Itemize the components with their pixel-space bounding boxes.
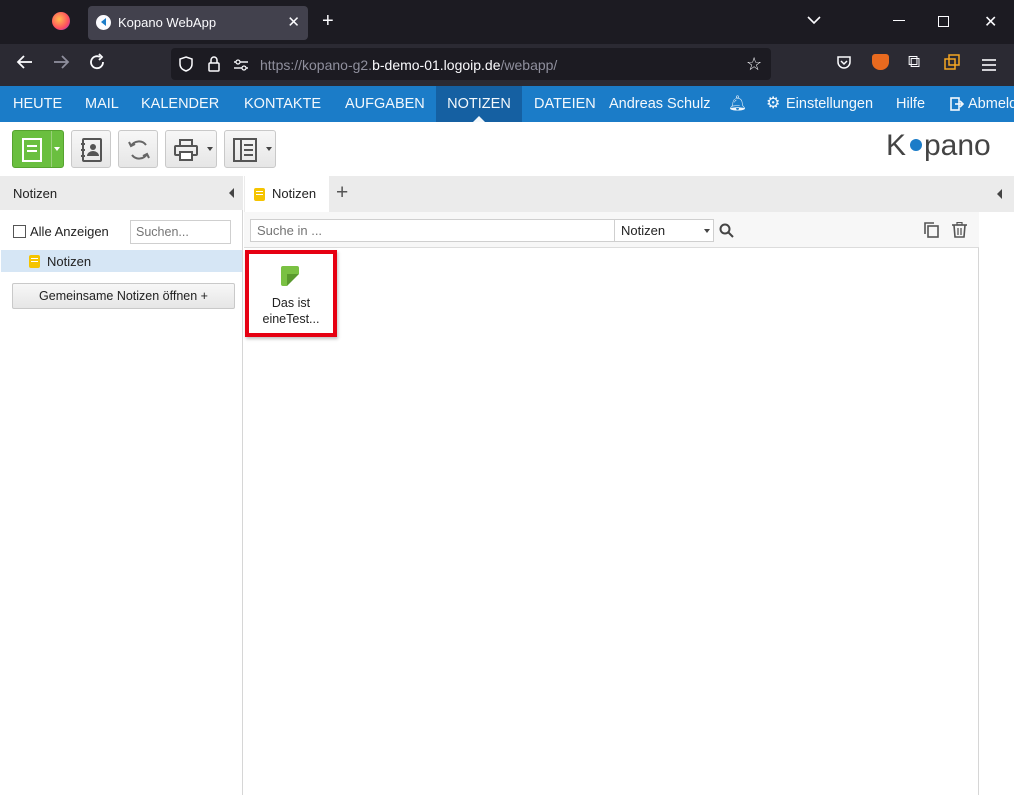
view-mode-button[interactable]	[224, 130, 276, 168]
menu-einstellungen[interactable]: Einstellungen	[786, 86, 873, 122]
notes-content-area: Das ist eineTest...	[244, 248, 979, 795]
menu-hilfe[interactable]: Hilfe	[896, 86, 925, 122]
note-title-line2: eineTest...	[262, 312, 320, 326]
add-tab-icon[interactable]: +	[336, 181, 348, 205]
browser-titlebar: Kopano WebApp ✕ + ✕	[0, 0, 1014, 44]
tab-notizen[interactable]: Notizen	[245, 176, 329, 212]
notes-search-input[interactable]	[250, 219, 616, 242]
collapse-left-icon[interactable]	[229, 188, 234, 198]
address-book-icon	[81, 138, 103, 167]
search-scope-select[interactable]: Notizen	[614, 219, 714, 242]
tab-title: Kopano WebApp	[118, 15, 217, 30]
dropdown-arrow-icon[interactable]	[207, 147, 213, 151]
note-folder-icon	[254, 188, 265, 201]
search-row: Notizen	[244, 212, 979, 248]
left-panel-title: Notizen	[13, 186, 58, 201]
search-scope-value: Notizen	[621, 223, 666, 238]
menu-kontakte[interactable]: KONTAKTE	[244, 86, 321, 122]
search-icon[interactable]	[719, 223, 735, 244]
open-shared-notes-label: Gemeinsame Notizen öffnen +	[39, 289, 208, 303]
menu-heute[interactable]: HEUTE	[13, 86, 62, 122]
open-shared-notes-button[interactable]: Gemeinsame Notizen öffnen +	[12, 283, 235, 309]
chevron-down-icon[interactable]	[704, 229, 710, 233]
printer-icon	[174, 139, 198, 166]
svg-text:pano: pano	[924, 129, 991, 162]
browser-tab[interactable]: Kopano WebApp ✕	[88, 6, 308, 40]
content-tabstrip: Notizen +	[244, 176, 1014, 212]
left-panel: Notizen Alle Anzeigen Notizen Gemeinsame…	[0, 176, 243, 795]
main-menu: HEUTE MAIL KALENDER KONTAKTE AUFGABEN NO…	[0, 86, 1014, 122]
menu-mail[interactable]: MAIL	[85, 86, 119, 122]
note-folder-icon	[29, 255, 40, 268]
menu-dateien[interactable]: DATEIEN	[534, 86, 596, 122]
kopano-favicon-icon	[96, 15, 111, 30]
user-name[interactable]: Andreas Schulz	[609, 86, 711, 122]
logout-icon[interactable]	[950, 86, 965, 122]
tab-close-icon[interactable]: ✕	[287, 13, 300, 31]
shield-icon[interactable]	[179, 56, 193, 77]
extension-fox-icon[interactable]	[872, 54, 889, 70]
bookmark-star-icon[interactable]: ☆	[746, 54, 762, 75]
folder-label: Notizen	[47, 254, 92, 269]
reload-icon[interactable]	[88, 53, 106, 76]
refresh-button[interactable]	[118, 130, 158, 168]
svg-text:K: K	[886, 129, 906, 162]
print-button[interactable]	[165, 130, 217, 168]
new-note-button[interactable]	[12, 130, 64, 168]
forward-arrow-icon[interactable]	[52, 53, 70, 76]
delete-icon[interactable]	[952, 221, 967, 243]
back-arrow-icon[interactable]	[16, 53, 34, 76]
show-all-label[interactable]: Alle Anzeigen	[30, 224, 109, 239]
new-note-icon	[22, 138, 42, 167]
new-tab-icon[interactable]: +	[322, 10, 334, 33]
menu-notizen[interactable]: NOTIZEN	[436, 86, 522, 122]
folder-search-input[interactable]	[130, 220, 231, 244]
refresh-icon	[126, 137, 152, 168]
dropdown-arrow-icon[interactable]	[266, 147, 272, 151]
dropdown-arrow-icon[interactable]	[54, 147, 60, 151]
note-item[interactable]: Das ist eineTest...	[245, 250, 337, 337]
show-all-checkbox[interactable]	[13, 225, 26, 238]
bell-icon[interactable]: 🔔︎	[728, 86, 747, 122]
pocket-icon[interactable]	[836, 54, 852, 75]
permissions-icon[interactable]	[233, 58, 249, 76]
url-text: https://kopano-g2.b-demo-01.logoip.de/we…	[260, 57, 558, 73]
menu-abmelden[interactable]: Abmeld	[968, 86, 1014, 122]
menu-aufgaben[interactable]: AUFGABEN	[345, 86, 425, 122]
gear-icon[interactable]: ⚙	[766, 86, 780, 122]
note-icon	[281, 266, 299, 286]
window-close-icon[interactable]: ✕	[984, 12, 997, 32]
firefox-logo-icon[interactable]	[52, 12, 70, 30]
kopano-logo: K pano	[886, 128, 1000, 172]
tab-list-chevron-icon[interactable]	[807, 12, 821, 30]
address-book-button[interactable]	[71, 130, 111, 168]
folder-item-notizen[interactable]: Notizen	[1, 250, 242, 272]
collapse-right-panel-icon[interactable]	[997, 189, 1002, 199]
menu-kalender[interactable]: KALENDER	[141, 86, 219, 122]
copy-icon[interactable]	[924, 222, 939, 243]
maximize-icon[interactable]	[938, 16, 949, 27]
extension-multiwindow-icon[interactable]	[944, 54, 960, 75]
hamburger-menu-icon[interactable]	[982, 56, 996, 76]
extensions-puzzle-icon[interactable]: ⧉	[908, 52, 920, 72]
tab-notizen-label: Notizen	[272, 186, 317, 201]
browser-navbar: https://kopano-g2.b-demo-01.logoip.de/we…	[0, 44, 1014, 86]
left-panel-header: Notizen	[0, 176, 243, 210]
layout-icon	[233, 138, 257, 167]
url-bar[interactable]: https://kopano-g2.b-demo-01.logoip.de/we…	[171, 48, 771, 80]
lock-icon[interactable]	[207, 56, 221, 77]
minimize-icon[interactable]	[893, 20, 905, 21]
note-title-line1: Das ist	[271, 296, 311, 310]
